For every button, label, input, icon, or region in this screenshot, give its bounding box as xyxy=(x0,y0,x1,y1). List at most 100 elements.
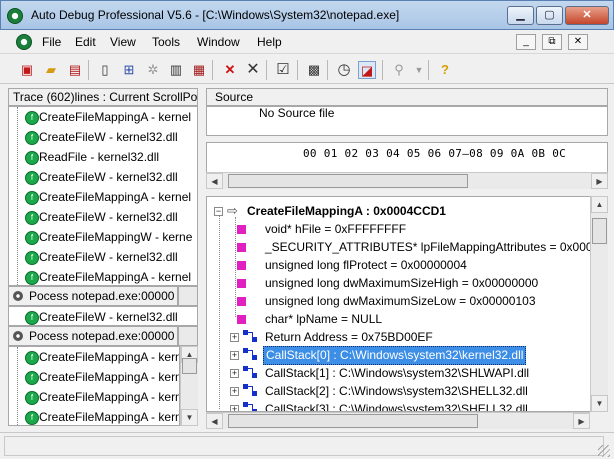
hook-icon[interactable]: ⚲ xyxy=(390,61,408,79)
toolbar: ▣ ▰ ▤ ▯ ⊞ ✲ ▥ ▦ ✕ ✕ ☑ ▩ ◷ ◪ ⚲ ▼ ? xyxy=(0,56,614,84)
expand-toggle[interactable]: + xyxy=(230,405,239,411)
open-folder-icon[interactable]: ▰ xyxy=(42,61,60,79)
new-trace-icon[interactable]: ▣ xyxy=(18,61,36,79)
call-node-icon xyxy=(243,348,259,362)
hook-dropdown-icon[interactable]: ▼ xyxy=(410,61,428,79)
red-x-icon[interactable]: ✕ xyxy=(221,61,239,79)
collapse-toggle[interactable]: − xyxy=(214,207,223,216)
toolbar-separator xyxy=(88,60,89,80)
source-text: No Source file xyxy=(259,106,335,120)
menu-window[interactable]: Window xyxy=(197,35,240,49)
expand-toggle[interactable]: + xyxy=(230,369,239,378)
window-title: Auto Debug Professional V5.6 - [C:\Windo… xyxy=(31,8,400,22)
function-call-icon: f xyxy=(25,131,39,145)
function-call-icon: f xyxy=(25,271,39,285)
close-x-icon[interactable]: ✕ xyxy=(244,61,262,79)
scroll-thumb[interactable] xyxy=(182,358,197,374)
properties-icon[interactable]: ▩ xyxy=(305,61,323,79)
menu-edit[interactable]: Edit xyxy=(75,35,96,49)
process-scroll[interactable] xyxy=(178,286,198,306)
source-header: Source xyxy=(206,88,608,106)
trace-vertical-scrollbar[interactable]: ▲ ▼ xyxy=(180,346,198,426)
function-call-icon: f xyxy=(25,391,39,405)
status-field xyxy=(4,436,604,456)
process-bar[interactable]: Pocess notepad.exe:00000 xyxy=(8,286,178,306)
maximize-button[interactable]: ▢ xyxy=(536,6,563,25)
trace-list-upper: f CreateFileMappingA - kernel f CreateFile… xyxy=(8,106,198,286)
scroll-down-button[interactable]: ▼ xyxy=(591,395,608,412)
menu-help[interactable]: Help xyxy=(257,35,282,49)
toolbar-separator xyxy=(212,60,213,80)
mdi-restore-button[interactable]: ⧉ xyxy=(542,34,562,50)
function-call-icon: f xyxy=(25,411,39,425)
function-call-icon: f xyxy=(25,231,39,245)
process-icon xyxy=(13,331,23,341)
chart-window-icon[interactable]: ◪ xyxy=(358,61,376,79)
hex-header: 00 01 02 03 04 05 06 07–08 09 0A 0B 0C xyxy=(303,147,567,160)
parameter-icon xyxy=(237,279,246,288)
menu-file[interactable]: File xyxy=(42,35,61,49)
scroll-thumb[interactable] xyxy=(228,414,478,428)
scroll-right-button[interactable]: ▶ xyxy=(573,413,590,429)
menu-tools[interactable]: Tools xyxy=(152,35,180,49)
function-call-icon: f xyxy=(25,211,39,225)
call-node-icon xyxy=(243,330,259,344)
export-icon[interactable]: ▦ xyxy=(190,61,208,79)
process-icon xyxy=(13,291,23,301)
parameter-icon xyxy=(237,243,246,252)
scroll-up-button[interactable]: ▲ xyxy=(591,196,608,213)
toolbar-separator xyxy=(327,60,328,80)
tree-line xyxy=(235,217,236,317)
parameter-icon xyxy=(237,297,246,306)
stopwatch-icon[interactable]: ◷ xyxy=(335,61,353,79)
source-panel: No Source file xyxy=(206,106,608,136)
function-call-icon: f xyxy=(25,371,39,385)
tree-line xyxy=(219,209,220,409)
scroll-right-button[interactable]: ▶ xyxy=(591,173,608,189)
delete-trace-icon[interactable]: ▤ xyxy=(66,61,84,79)
call-tree-horizontal-scrollbar[interactable]: ◀ ▶ xyxy=(206,412,590,429)
expand-toggle[interactable]: + xyxy=(230,387,239,396)
minimize-button[interactable]: ▁ xyxy=(507,6,534,25)
function-call-icon: f xyxy=(25,191,39,205)
settings-gear-icon[interactable]: ✲ xyxy=(144,61,162,79)
help-icon[interactable]: ? xyxy=(436,61,454,79)
function-call-icon: f xyxy=(25,251,39,265)
process-label: Pocess notepad.exe:00000 xyxy=(29,329,175,343)
new-document-icon[interactable]: ▯ xyxy=(96,61,114,79)
call-node-icon xyxy=(243,384,259,398)
app-icon[interactable] xyxy=(7,8,23,24)
close-button[interactable]: ✕ xyxy=(565,6,609,25)
status-bar xyxy=(0,432,614,459)
function-call-icon: f xyxy=(25,351,39,365)
process-label: Pocess notepad.exe:00000 xyxy=(29,289,175,303)
resize-grip[interactable] xyxy=(598,445,610,457)
trace-list-middle: f CreateFileW - kernel32.dll xyxy=(8,306,198,326)
scroll-left-button[interactable]: ◀ xyxy=(206,173,223,189)
parameter-icon xyxy=(237,261,246,270)
notes-icon[interactable]: ▥ xyxy=(167,61,185,79)
scroll-thumb[interactable] xyxy=(592,218,607,244)
toolbar-separator xyxy=(297,60,298,80)
call-tree-vertical-scrollbar[interactable]: ▲ ▼ xyxy=(590,196,608,412)
tree-structure-icon[interactable]: ⊞ xyxy=(120,61,138,79)
menu-view[interactable]: View xyxy=(110,35,136,49)
scroll-down-button[interactable]: ▼ xyxy=(181,409,198,426)
expand-toggle[interactable]: + xyxy=(230,351,239,360)
checkbox-icon[interactable]: ☑ xyxy=(274,61,292,79)
mdi-close-button[interactable]: ✕ xyxy=(568,34,588,50)
expand-toggle[interactable]: + xyxy=(230,333,239,342)
process-scroll[interactable] xyxy=(178,326,198,346)
tree-line xyxy=(17,347,19,425)
trace-header[interactable]: Trace (602)lines : Current ScrollPos = xyxy=(8,88,198,106)
call-node-icon xyxy=(243,402,259,411)
scroll-left-button[interactable]: ◀ xyxy=(206,413,223,429)
document-icon[interactable] xyxy=(16,34,32,50)
mdi-minimize-button[interactable]: _ xyxy=(516,34,536,50)
process-bar[interactable]: Pocess notepad.exe:00000 xyxy=(8,326,178,346)
trace-list-lower: f CreateFileMappingA - kernel f CreateFile… xyxy=(8,346,180,426)
function-call-icon: f xyxy=(25,171,39,185)
hex-horizontal-scrollbar[interactable]: ◀ ▶ xyxy=(206,172,608,189)
toolbar-separator xyxy=(382,60,383,80)
scroll-thumb[interactable] xyxy=(228,174,468,188)
